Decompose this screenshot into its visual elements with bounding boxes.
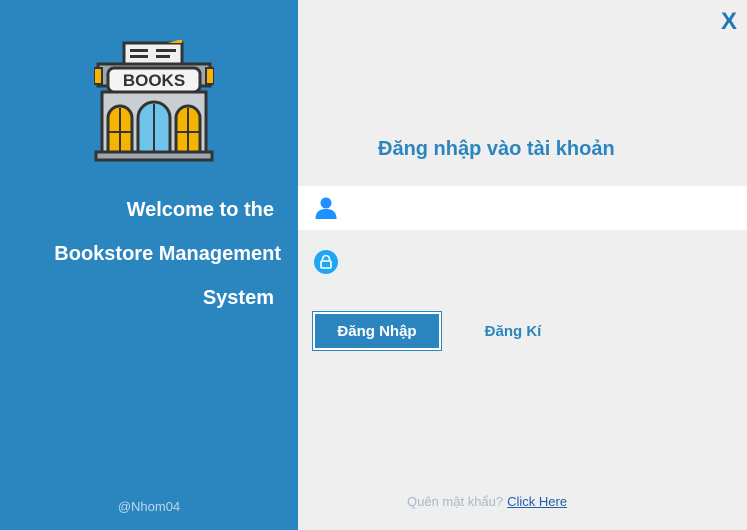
bookstore-logo: BOOKS <box>94 40 214 162</box>
form-title: Đăng nhập vào tài khoản <box>378 138 615 160</box>
register-button[interactable]: Đăng Kí <box>468 312 558 350</box>
welcome-line-3: System <box>202 287 274 309</box>
password-input[interactable] <box>348 246 738 278</box>
user-icon <box>315 197 337 219</box>
welcome-line-1: Welcome to the <box>126 199 274 221</box>
forgot-password: Quên mật khẩu? Click Here <box>407 494 567 509</box>
credit-text: @Nhom04 <box>117 499 181 514</box>
forgot-password-text: Quên mật khẩu? <box>407 494 504 509</box>
welcome-panel: BOOKS Welcome to the Bookstore Managemen… <box>0 0 298 530</box>
welcome-line-2: Bookstore Management <box>54 243 281 265</box>
click-here-link[interactable]: Click Here <box>507 494 567 509</box>
logo-text: BOOKS <box>123 71 185 90</box>
username-row <box>298 186 747 230</box>
login-panel: X Đăng nhập vào tài khoản Đăng Nhập Đăng… <box>298 0 747 530</box>
password-row <box>298 240 747 284</box>
close-button[interactable]: X <box>721 8 737 36</box>
login-button[interactable]: Đăng Nhập <box>313 312 441 350</box>
username-input[interactable] <box>348 192 738 224</box>
lock-icon <box>314 250 338 274</box>
